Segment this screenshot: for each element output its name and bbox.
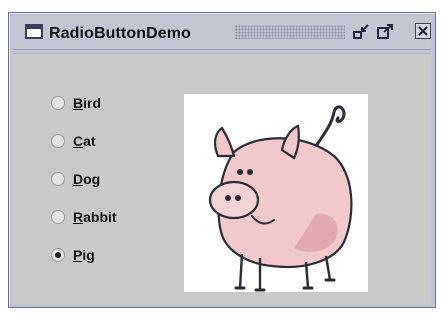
close-button[interactable] — [415, 23, 431, 39]
radio-label-dog[interactable]: Dog — [73, 171, 100, 187]
maximize-button[interactable] — [375, 23, 395, 41]
radio-label-rabbit[interactable]: Rabbit — [73, 209, 117, 225]
radio-label-bird[interactable]: Bird — [73, 95, 101, 111]
radio-label-pig[interactable]: Pig — [73, 247, 95, 263]
application-window: RadioButtonDemo Bird Cat Dog Rabbit Pig — [8, 12, 436, 308]
title-bar[interactable]: RadioButtonDemo — [13, 17, 431, 50]
radio-option-dog[interactable]: Dog — [51, 168, 161, 190]
radio-button-cat[interactable] — [51, 134, 65, 148]
minimize-icon — [353, 24, 369, 39]
radio-button-dog[interactable] — [51, 172, 65, 186]
pig-drawing — [208, 105, 353, 292]
radio-option-rabbit[interactable]: Rabbit — [51, 206, 161, 228]
radio-option-bird[interactable]: Bird — [51, 92, 161, 114]
title-bar-grip[interactable] — [235, 25, 345, 39]
window-icon[interactable] — [25, 24, 43, 39]
content-panel: Bird Cat Dog Rabbit Pig — [13, 53, 431, 304]
radio-button-bird[interactable] — [51, 96, 65, 110]
minimize-button[interactable] — [351, 23, 371, 41]
close-icon — [418, 26, 428, 36]
radio-button-pig[interactable] — [51, 248, 65, 262]
window-title: RadioButtonDemo — [49, 25, 191, 42]
radio-option-pig[interactable]: Pig — [51, 244, 161, 266]
maximize-icon — [377, 24, 393, 39]
radio-label-cat[interactable]: Cat — [73, 133, 96, 149]
radio-option-cat[interactable]: Cat — [51, 130, 161, 152]
pig-image — [184, 94, 368, 292]
radio-button-rabbit[interactable] — [51, 210, 65, 224]
